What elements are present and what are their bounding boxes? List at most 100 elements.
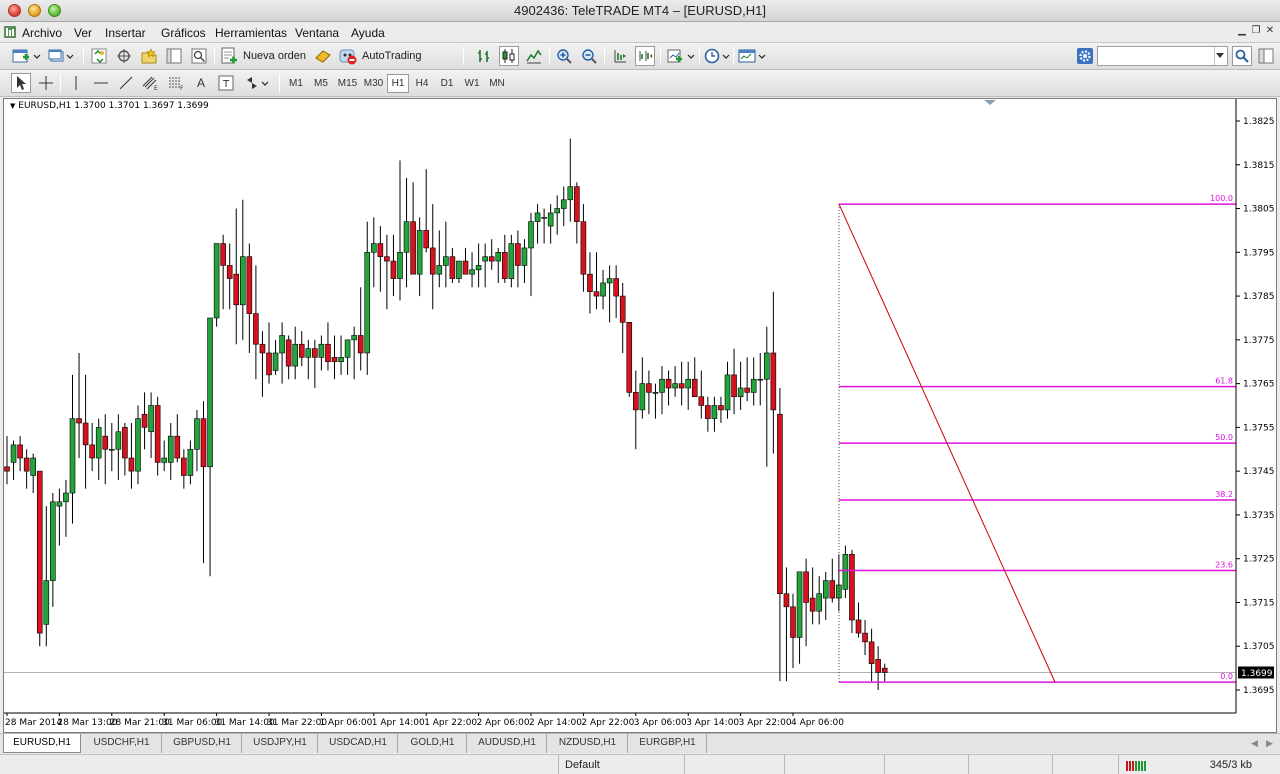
status-cell-empty-4 — [968, 755, 1052, 774]
timeframe-m30[interactable]: M30 — [361, 74, 386, 93]
layout-button[interactable] — [1256, 46, 1276, 66]
metaeditor-button[interactable] — [313, 46, 333, 66]
price-chart[interactable]: 100.0 61.8 50.0 38.2 23.6 0.0 1.3825 1.3815 1.3… — [4, 99, 1276, 732]
time-tick-label: 31 Mar 22:00 — [267, 718, 327, 728]
standard-toolbar: Nueva orden AutoTrading — [0, 43, 1280, 70]
autotrading-label: AutoTrading — [362, 50, 422, 62]
tab-eurusd-h1[interactable]: EURUSD,H1 — [3, 734, 81, 753]
chart-shift-button[interactable] — [635, 46, 655, 66]
chart-window[interactable]: 100.0 61.8 50.0 38.2 23.6 0.0 1.3825 1.3815 1.3… — [3, 98, 1277, 733]
candlestick-chart-button[interactable] — [499, 46, 519, 66]
bull-candle — [397, 252, 403, 279]
tab-usdjpy-h1[interactable]: USDJPY,H1 — [243, 734, 318, 753]
menu-ventana[interactable]: Ventana — [295, 26, 339, 40]
time-tick-label: 28 Mar 2014 — [5, 718, 62, 728]
equidistant-channel-tool[interactable]: E — [141, 73, 161, 93]
bull-candle — [30, 457, 37, 476]
strategy-tester-button[interactable] — [189, 46, 209, 66]
time-tick-label: 1 Apr 22:00 — [424, 718, 477, 728]
bull-candle — [521, 247, 528, 266]
tab-scroll-right-icon[interactable]: ▶ — [1266, 738, 1273, 749]
price-tick-label: 1.3785 — [1243, 292, 1275, 302]
tab-gbpusd-h1[interactable]: GBPUSD,H1 — [163, 734, 242, 753]
navigator-star-icon — [141, 48, 157, 64]
zoom-out-button[interactable] — [579, 46, 599, 66]
timeframe-d1[interactable]: D1 — [436, 74, 458, 93]
bull-candle — [541, 216, 547, 219]
bear-candle — [89, 444, 95, 459]
profiles-button[interactable] — [47, 46, 77, 66]
bear-candle — [377, 243, 384, 257]
crosshair-tool[interactable] — [36, 73, 56, 93]
templates-button[interactable] — [737, 46, 769, 66]
text-tool[interactable]: A — [191, 73, 211, 93]
collapse-triangle-icon[interactable]: ▼ — [10, 102, 15, 110]
timeframe-m1[interactable]: M1 — [285, 74, 307, 93]
tab-usdchf-h1[interactable]: USDCHF,H1 — [82, 734, 162, 753]
periods-button[interactable] — [703, 46, 733, 66]
autotrading-button[interactable]: AutoTrading — [338, 46, 428, 66]
data-window-button[interactable] — [114, 46, 134, 66]
bear-candle — [312, 348, 318, 358]
tab-scroll-left-icon[interactable]: ◀ — [1251, 738, 1258, 749]
child-close-icon[interactable]: ✕ — [1264, 25, 1276, 37]
timeframe-mn[interactable]: MN — [486, 74, 508, 93]
bear-candle — [285, 339, 292, 367]
text-label-tool[interactable]: T — [216, 73, 236, 93]
search-dropdown-button[interactable] — [1214, 47, 1227, 65]
bear-candle — [770, 352, 777, 411]
indicators-icon — [667, 49, 695, 63]
arrows-tool[interactable] — [244, 73, 272, 93]
bull-candle — [69, 418, 76, 494]
terminal-icon — [166, 48, 182, 64]
status-cell-empty-2 — [784, 755, 884, 774]
vertical-line-tool[interactable] — [66, 73, 86, 93]
search-button[interactable] — [1232, 46, 1252, 66]
autoscroll-button[interactable] — [610, 46, 630, 66]
tab-gold-h1[interactable]: GOLD,H1 — [399, 734, 467, 753]
settings-gear-button[interactable] — [1075, 46, 1095, 66]
timeframe-w1[interactable]: W1 — [461, 74, 483, 93]
child-restore-icon[interactable]: ❐ — [1250, 25, 1262, 37]
horizontal-line-tool[interactable] — [91, 73, 111, 93]
tab-usdcad-h1[interactable]: USDCAD,H1 — [319, 734, 398, 753]
menu-ayuda[interactable]: Ayuda — [351, 26, 385, 40]
tab-audusd-h1[interactable]: AUDUSD,H1 — [468, 734, 547, 753]
menu-herramientas[interactable]: Herramientas — [215, 26, 287, 40]
trendline-tool[interactable] — [116, 73, 136, 93]
new-order-button[interactable]: Nueva orden — [220, 46, 310, 66]
bull-candle — [161, 457, 167, 463]
indicators-button[interactable] — [666, 46, 698, 66]
menu-archivo[interactable]: Archivo — [22, 26, 62, 40]
timeframe-h4[interactable]: H4 — [411, 74, 433, 93]
market-watch-button[interactable] — [89, 46, 109, 66]
timeframe-h1[interactable]: H1 — [387, 74, 409, 93]
bear-candle — [881, 667, 888, 673]
tab-nzdusd-h1[interactable]: NZDUSD,H1 — [548, 734, 628, 753]
bull-candle — [43, 580, 50, 625]
menu-graficos[interactable]: Gráficos — [161, 26, 206, 40]
fibonacci-tool[interactable]: F — [166, 73, 186, 93]
menu-insertar[interactable]: Insertar — [105, 26, 146, 40]
terminal-button[interactable] — [164, 46, 184, 66]
child-minimize-icon[interactable]: ▁ — [1236, 25, 1248, 37]
price-tick-label: 1.3705 — [1243, 642, 1275, 652]
menu-ver[interactable]: Ver — [74, 26, 92, 40]
connection-status[interactable]: 345/3 kb — [1118, 755, 1280, 774]
tab-eurgbp-h1[interactable]: EURGBP,H1 — [629, 734, 707, 753]
zoom-in-button[interactable] — [554, 46, 574, 66]
navigator-button[interactable] — [139, 46, 159, 66]
bull-candle — [10, 444, 17, 463]
bull-candle — [364, 252, 371, 354]
bear-candle — [357, 335, 364, 354]
bar-chart-button[interactable] — [474, 46, 494, 66]
cursor-tool[interactable] — [11, 73, 31, 93]
search-input[interactable] — [1097, 46, 1228, 66]
bull-candle — [443, 256, 449, 266]
new-chart-button[interactable] — [10, 46, 44, 66]
timeframe-m5[interactable]: M5 — [310, 74, 332, 93]
timeframe-m15[interactable]: M15 — [335, 74, 360, 93]
line-chart-button[interactable] — [524, 46, 544, 66]
bull-candle — [554, 208, 561, 214]
bear-candle — [809, 597, 816, 612]
